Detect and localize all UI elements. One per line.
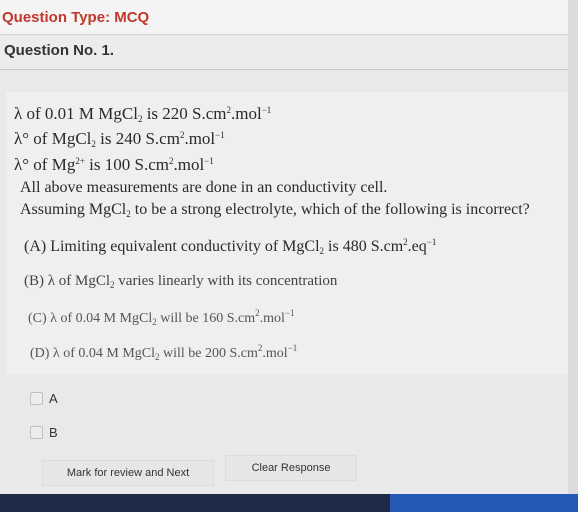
answer-choice-a[interactable]: A <box>30 391 58 406</box>
clear-response-button[interactable]: Clear Response <box>225 455 357 481</box>
question-number: Question No. 1. <box>4 42 115 59</box>
mark-for-review-button[interactable]: Mark for review and Next <box>42 460 214 486</box>
answer-choice-b[interactable]: B <box>30 425 58 440</box>
option-a-text: (A) Limiting equivalent conductivity of … <box>24 237 437 256</box>
right-scroll-edge <box>568 0 578 494</box>
checkbox-a[interactable] <box>30 392 43 405</box>
option-c-text: (C) λ of 0.04 M MgCl2 will be 160 S.cm2.… <box>28 308 295 327</box>
question-line-2: λ° of MgCl2 is 240 S.cm2.mol−1 <box>14 129 225 149</box>
question-line-4: All above measurements are done in an co… <box>20 179 388 196</box>
question-line-1: λ of 0.01 M MgCl2 is 220 S.cm2.mol−1 <box>14 104 272 124</box>
option-b-text: (B) λ of MgCl2 varies linearly with its … <box>24 273 338 290</box>
question-number-bar: Question No. 1. <box>0 35 578 70</box>
option-d-text: (D) λ of 0.04 M MgCl2 will be 200 S.cm2.… <box>30 343 298 362</box>
answer-choice-a-label: A <box>49 391 58 406</box>
answer-choice-b-label: B <box>49 425 58 440</box>
checkbox-b[interactable] <box>30 426 43 439</box>
question-line-5: Assuming MgCl2 to be a strong electrolyt… <box>20 201 530 219</box>
question-line-3: λ° of Mg2+ is 100 S.cm2.mol−1 <box>14 155 214 174</box>
question-type-label: Question Type: MCQ <box>2 9 150 26</box>
question-type-bar: Question Type: MCQ <box>0 0 578 35</box>
taskbar-active-window <box>390 494 578 512</box>
